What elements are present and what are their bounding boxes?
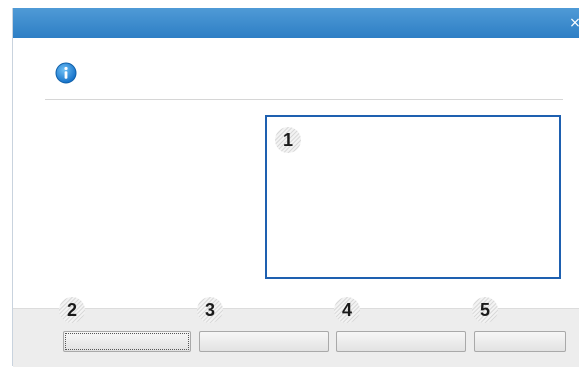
info-icon <box>55 62 77 84</box>
dialog-button-1[interactable] <box>63 331 191 352</box>
callout-marker-3: 3 <box>197 297 223 323</box>
content-panel <box>265 115 561 279</box>
dialog-button-2[interactable] <box>199 331 329 352</box>
callout-marker-1: 1 <box>275 127 301 153</box>
header-divider <box>45 99 563 100</box>
callout-marker-4: 4 <box>334 297 360 323</box>
button-bar: 2 3 4 5 <box>13 297 579 367</box>
dialog-window: × 1 2 3 4 5 <box>12 8 579 367</box>
callout-marker-5: 5 <box>472 297 498 323</box>
callout-marker-2: 2 <box>59 297 85 323</box>
title-bar[interactable]: × <box>13 8 579 38</box>
close-icon[interactable]: × <box>568 16 579 30</box>
dialog-button-3[interactable] <box>336 331 466 352</box>
dialog-button-4[interactable] <box>474 331 566 352</box>
